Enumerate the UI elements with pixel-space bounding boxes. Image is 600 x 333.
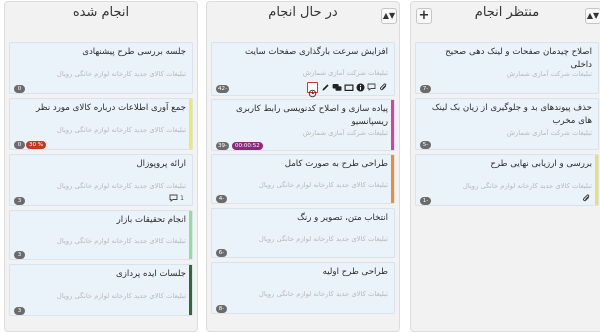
card-title: بررسی و ارزیابی نهایی طرح [490,159,592,169]
card-project: تبلیغات کالای جدید کارخانه لوازم خانگی ر… [258,290,388,298]
card-project: تبلیغات کالای جدید کارخانه لوازم خانگی ر… [56,126,186,134]
attachment-icon[interactable] [582,194,591,203]
card-color-bar [595,155,598,205]
column-done: انجام شده جلسه بررسی طرح پیشنهادی تبلیغا… [4,1,198,332]
count-badge: 3 [14,251,25,259]
count-badge: 7- [420,85,431,93]
card-color-bar [189,265,192,315]
card-title: طراحی طرح اولیه [322,267,388,277]
count-badge: 39- [216,142,229,150]
task-card[interactable]: انتخاب متن، تصویر و رنگ تبلیغات کالای جد… [211,208,395,258]
task-card[interactable]: بررسی و ارزیابی نهایی طرح تبلیغات کالای … [415,154,599,206]
task-card[interactable]: ارائه پروپوزال تبلیغات کالای جدید کارخان… [9,154,193,206]
task-card[interactable]: اصلاح چیدمان صفحات و لینک دهی صحیح داخلی… [415,42,599,94]
sort-icon: ▲▼ [586,11,600,20]
card-title: جلسات ایده پردازی [115,269,186,279]
column-title: انجام شده [72,5,130,20]
task-card[interactable]: جمع آوری اطلاعات درباره کالای مورد نظر ت… [9,98,193,150]
info-icon[interactable] [356,83,365,92]
chat-icon[interactable] [332,83,342,92]
card-project: تبلیغات کالای جدید کارخانه لوازم خانگی ر… [56,70,186,78]
count-badge: 3 [14,197,25,205]
sort-button[interactable]: ▲▼ [381,8,397,24]
count-badge: 0 [14,85,25,93]
sort-button[interactable]: ▲▼ [585,8,600,24]
count-badge: 1- [420,197,431,205]
comment-icon[interactable] [169,194,178,202]
card-title: طراحی طرح به صورت کامل [284,159,388,169]
task-card[interactable]: افزایش سرعت بارگذاری صفحات سایت تبلیغات … [211,42,395,98]
card-title: حذف پیوندهای بد و جلوگیری از زیان بک لین… [431,103,592,126]
card-title: جمع آوری اطلاعات درباره کالای مورد نظر [35,103,186,113]
task-card[interactable]: حذف پیوندهای بد و جلوگیری از زیان بک لین… [415,98,599,150]
card-title: ارائه پروپوزال [136,159,186,169]
column-header: + منتظر انجام ▲▼ [411,2,600,34]
card-title: پیاده سازی و اصلاح کدنویسی رابط کاربری ر… [236,104,388,127]
card-project: تبلیغات کالای جدید کارخانه لوازم خانگی ر… [56,182,186,190]
gallery-icon[interactable] [344,83,354,92]
card-color-bar [391,155,394,203]
comment-icon[interactable] [367,83,376,91]
card-project: تبلیغات شرکت آمازی شمارش [302,129,388,137]
card-title: جلسه بررسی طرح پیشنهادی [82,47,186,57]
column-header: انجام شده [5,2,197,34]
card-project: تبلیغات کالای جدید کارخانه لوازم خانگی ر… [56,237,186,245]
card-project: تبلیغات شرکت آمازی شمارش [506,129,592,137]
count-badge: 0 [14,141,25,149]
card-color-bar [391,100,394,150]
task-card[interactable]: طراحی طرح به صورت کامل تبلیغات کالای جدی… [211,154,395,204]
card-title: انجام تحقیقات بازار [116,215,186,225]
card-title: انتخاب متن، تصویر و رنگ [297,213,388,223]
timer-toggle-icon[interactable] [307,82,318,98]
card-project: تبلیغات شرکت آمازی شمارش [506,70,592,78]
card-project: تبلیغات شرکت آمازی شمارش [302,69,388,77]
count-badge: 6- [216,249,227,257]
count-badge: 4- [216,195,227,203]
count-badge: 42- [216,85,229,93]
card-project: تبلیغات کالای جدید کارخانه لوازم خانگی ر… [258,235,388,243]
timer-badge: 00:00:52 [232,142,263,150]
card-color-bar [189,99,192,149]
progress-badge: 30 % [26,141,46,149]
card-project: تبلیغات کالای جدید کارخانه لوازم خانگی ر… [462,182,592,190]
attachment-icon[interactable] [379,83,388,92]
comment-count: 1 [180,195,184,202]
pen-icon[interactable] [321,83,330,92]
task-card[interactable]: جلسات ایده پردازی تبلیغات کالای جدید کار… [9,264,193,316]
column-header: در حال انجام ▲▼ [207,2,399,34]
count-badge: 3 [14,307,25,315]
card-title: اصلاح چیدمان صفحات و لینک دهی صحیح داخلی [445,47,592,70]
task-card[interactable]: انجام تحقیقات بازار تبلیغات کالای جدید ک… [9,210,193,260]
card-title: افزایش سرعت بارگذاری صفحات سایت [245,47,388,57]
column-title: در حال انجام [268,5,338,20]
count-badge: 8- [216,305,227,313]
count-badge: 5- [420,141,431,149]
card-project: تبلیغات کالای جدید کارخانه لوازم خانگی ر… [258,181,388,189]
column-todo: + منتظر انجام ▲▼ اصلاح چیدمان صفحات و لی… [410,1,600,332]
column-doing: در حال انجام ▲▼ افزایش سرعت بارگذاری صفح… [206,1,400,332]
task-card[interactable]: جلسه بررسی طرح پیشنهادی تبلیغات کالای جد… [9,42,193,94]
column-title: منتظر انجام [474,5,540,20]
task-card[interactable]: پیاده سازی و اصلاح کدنویسی رابط کاربری ر… [211,99,395,151]
task-card[interactable]: طراحی طرح اولیه تبلیغات کالای جدید کارخا… [211,262,395,314]
card-color-bar [189,211,192,259]
sort-icon: ▲▼ [382,11,396,20]
card-project: تبلیغات کالای جدید کارخانه لوازم خانگی ر… [56,292,186,300]
